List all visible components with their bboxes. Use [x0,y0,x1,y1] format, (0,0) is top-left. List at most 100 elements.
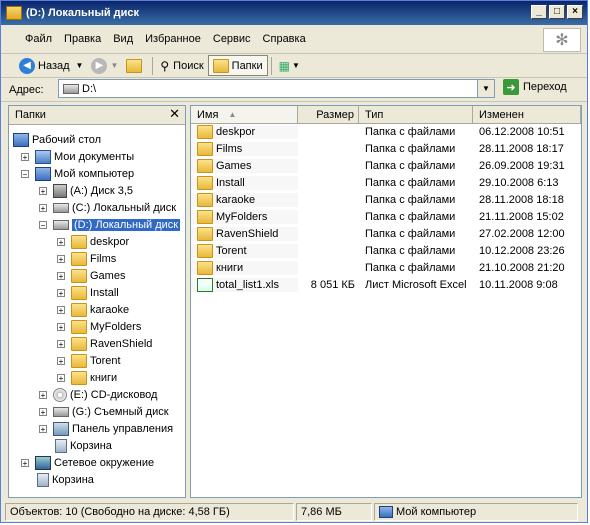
expand-icon[interactable]: + [39,186,47,195]
tree-item[interactable]: + (G:) Съемный диск [39,403,169,420]
expand-icon[interactable]: + [57,288,65,297]
minimize-button[interactable]: _ [531,5,547,19]
tree-item[interactable]: + (C:) Локальный диск [39,199,176,216]
file-name-cell: книги [191,260,298,275]
back-dropdown-icon[interactable]: ▼ [76,61,84,70]
go-button[interactable]: ➜ Переход [503,79,567,95]
file-modified: 26.09.2008 19:31 [479,159,565,172]
tree-item[interactable]: Корзина [21,471,94,488]
tree-item[interactable]: + (A:) Диск 3,5 [39,182,133,199]
file-modified: 10.11.2008 9:08 [479,278,558,291]
collapse-icon[interactable]: − [21,169,29,178]
folders-button[interactable]: Папки [207,55,268,76]
tree-item[interactable]: + deskpor [57,233,129,250]
file-name: Games [216,159,252,172]
close-button[interactable]: × [567,5,583,19]
title-bar[interactable]: (D:) Локальный диск _ □ × [1,1,587,25]
file-row[interactable]: karaoke Папка с файлами 28.11.2008 18:18 [191,191,581,208]
file-list-pane: Имя ▲ Размер Тип Изменен deskpor Папка с … [190,105,582,498]
tree-item[interactable]: + Install [57,284,119,301]
tree-item[interactable]: + Films [57,250,116,267]
folder-icon [71,268,87,283]
column-type-header[interactable]: Тип [359,106,473,123]
maximize-button[interactable]: □ [549,5,565,19]
back-button[interactable]: ◀ Назад ▼ [15,55,87,76]
menu-view[interactable]: Вид [107,33,139,45]
expand-icon[interactable]: + [57,271,65,280]
address-input[interactable]: D:\ ▼ [58,79,495,98]
file-row[interactable]: Films Папка с файлами 28.11.2008 18:17 [191,140,581,157]
menu-tools[interactable]: Сервис [207,33,257,45]
toolbar-separator [152,56,154,75]
expand-icon[interactable]: + [21,152,29,161]
file-type: Папка с файлами [365,159,456,172]
file-row[interactable]: MyFolders Папка с файлами 21.11.2008 15:02 [191,208,581,225]
file-row[interactable]: Install Папка с файлами 29.10.2008 6:13 [191,174,581,191]
expand-icon[interactable]: + [39,390,47,399]
collapse-icon[interactable]: − [39,220,47,229]
expand-icon[interactable]: + [57,356,65,365]
file-row[interactable]: Games Папка с файлами 26.09.2008 19:31 [191,157,581,174]
tree-item[interactable]: + karaoke [57,301,129,318]
search-button[interactable]: ⚲ Поиск [156,55,207,76]
expand-icon[interactable]: + [39,407,47,416]
floppy-drive-icon [53,183,67,198]
tree-item-label: MyFolders [90,320,142,333]
file-type: Папка с файлами [365,210,456,223]
file-name-cell: MyFolders [191,209,298,224]
tree-item[interactable]: + Torent [57,352,121,369]
column-name-header[interactable]: Имя ▲ [191,106,298,123]
expand-icon[interactable]: + [57,237,65,246]
forward-button[interactable]: ▶ ▼ [87,55,122,76]
tree-item-label: deskpor [90,235,130,248]
tree-item[interactable]: + Мои документы [21,148,134,165]
tree-item[interactable]: + MyFolders [57,318,141,335]
file-name: Torent [216,244,247,257]
hard-drive-icon [53,202,69,213]
expand-icon[interactable]: + [57,305,65,314]
menu-file[interactable]: Файл [19,33,58,45]
my-documents-icon [35,149,51,164]
expand-icon[interactable]: + [57,322,65,331]
file-name: RavenShield [216,227,279,240]
tree-item[interactable]: + RavenShield [57,335,152,352]
tree-item[interactable]: − Мой компьютер [21,165,134,182]
tree-item[interactable]: Рабочий стол [13,131,101,148]
column-modified-header[interactable]: Изменен [473,106,581,123]
tree-item[interactable]: + Games [57,267,125,284]
tree-item-label: (A:) Диск 3,5 [70,184,134,197]
folders-pane-title: Папки [15,109,46,121]
expand-icon[interactable]: + [57,339,65,348]
expand-icon[interactable]: + [39,424,47,433]
expand-icon[interactable]: + [57,373,65,382]
forward-dropdown-icon[interactable]: ▼ [110,61,118,70]
tree-item[interactable]: Корзина [39,437,112,454]
file-row[interactable]: Torent Папка с файлами 10.12.2008 23:26 [191,242,581,259]
column-size-header[interactable]: Размер [298,106,359,123]
views-button[interactable]: ▦ ▼ [275,55,304,76]
close-pane-icon[interactable]: ✕ [169,107,180,120]
expand-icon[interactable]: + [21,458,29,467]
file-name-cell: Torent [191,243,298,258]
status-bar: Объектов: 10 (Свободно на диске: 4,58 ГБ… [1,501,587,522]
tree-item[interactable]: + (E:) CD-дисковод [39,386,157,403]
file-row[interactable]: deskpor Папка с файлами 06.12.2008 10:51 [191,123,581,140]
expand-icon[interactable]: + [39,203,47,212]
tree-item[interactable]: + книги [57,369,117,386]
tree-item[interactable]: + Панель управления [39,420,173,437]
expand-icon[interactable]: + [57,254,65,263]
file-row[interactable]: total_list1.xls 8 051 КБ Лист Microsoft Ex… [191,276,581,293]
tree-item[interactable]: + Сетевое окружение [21,454,154,471]
tree-item[interactable]: − (D:) Локальный диск [39,216,181,233]
file-row[interactable]: книги Папка с файлами 21.10.2008 21:20 [191,259,581,276]
menu-favorites[interactable]: Избранное [139,33,207,45]
file-rows: deskpor Папка с файлами 06.12.2008 10:51 Fi… [191,123,581,293]
up-folder-button[interactable] [122,55,149,76]
file-type: Папка с файлами [365,227,456,240]
address-dropdown-button[interactable]: ▼ [477,80,494,97]
menu-help[interactable]: Справка [257,33,312,45]
file-row[interactable]: RavenShield Папка с файлами 27.02.2008 12:… [191,225,581,242]
menu-edit[interactable]: Правка [58,33,107,45]
back-label: Назад [38,59,70,72]
